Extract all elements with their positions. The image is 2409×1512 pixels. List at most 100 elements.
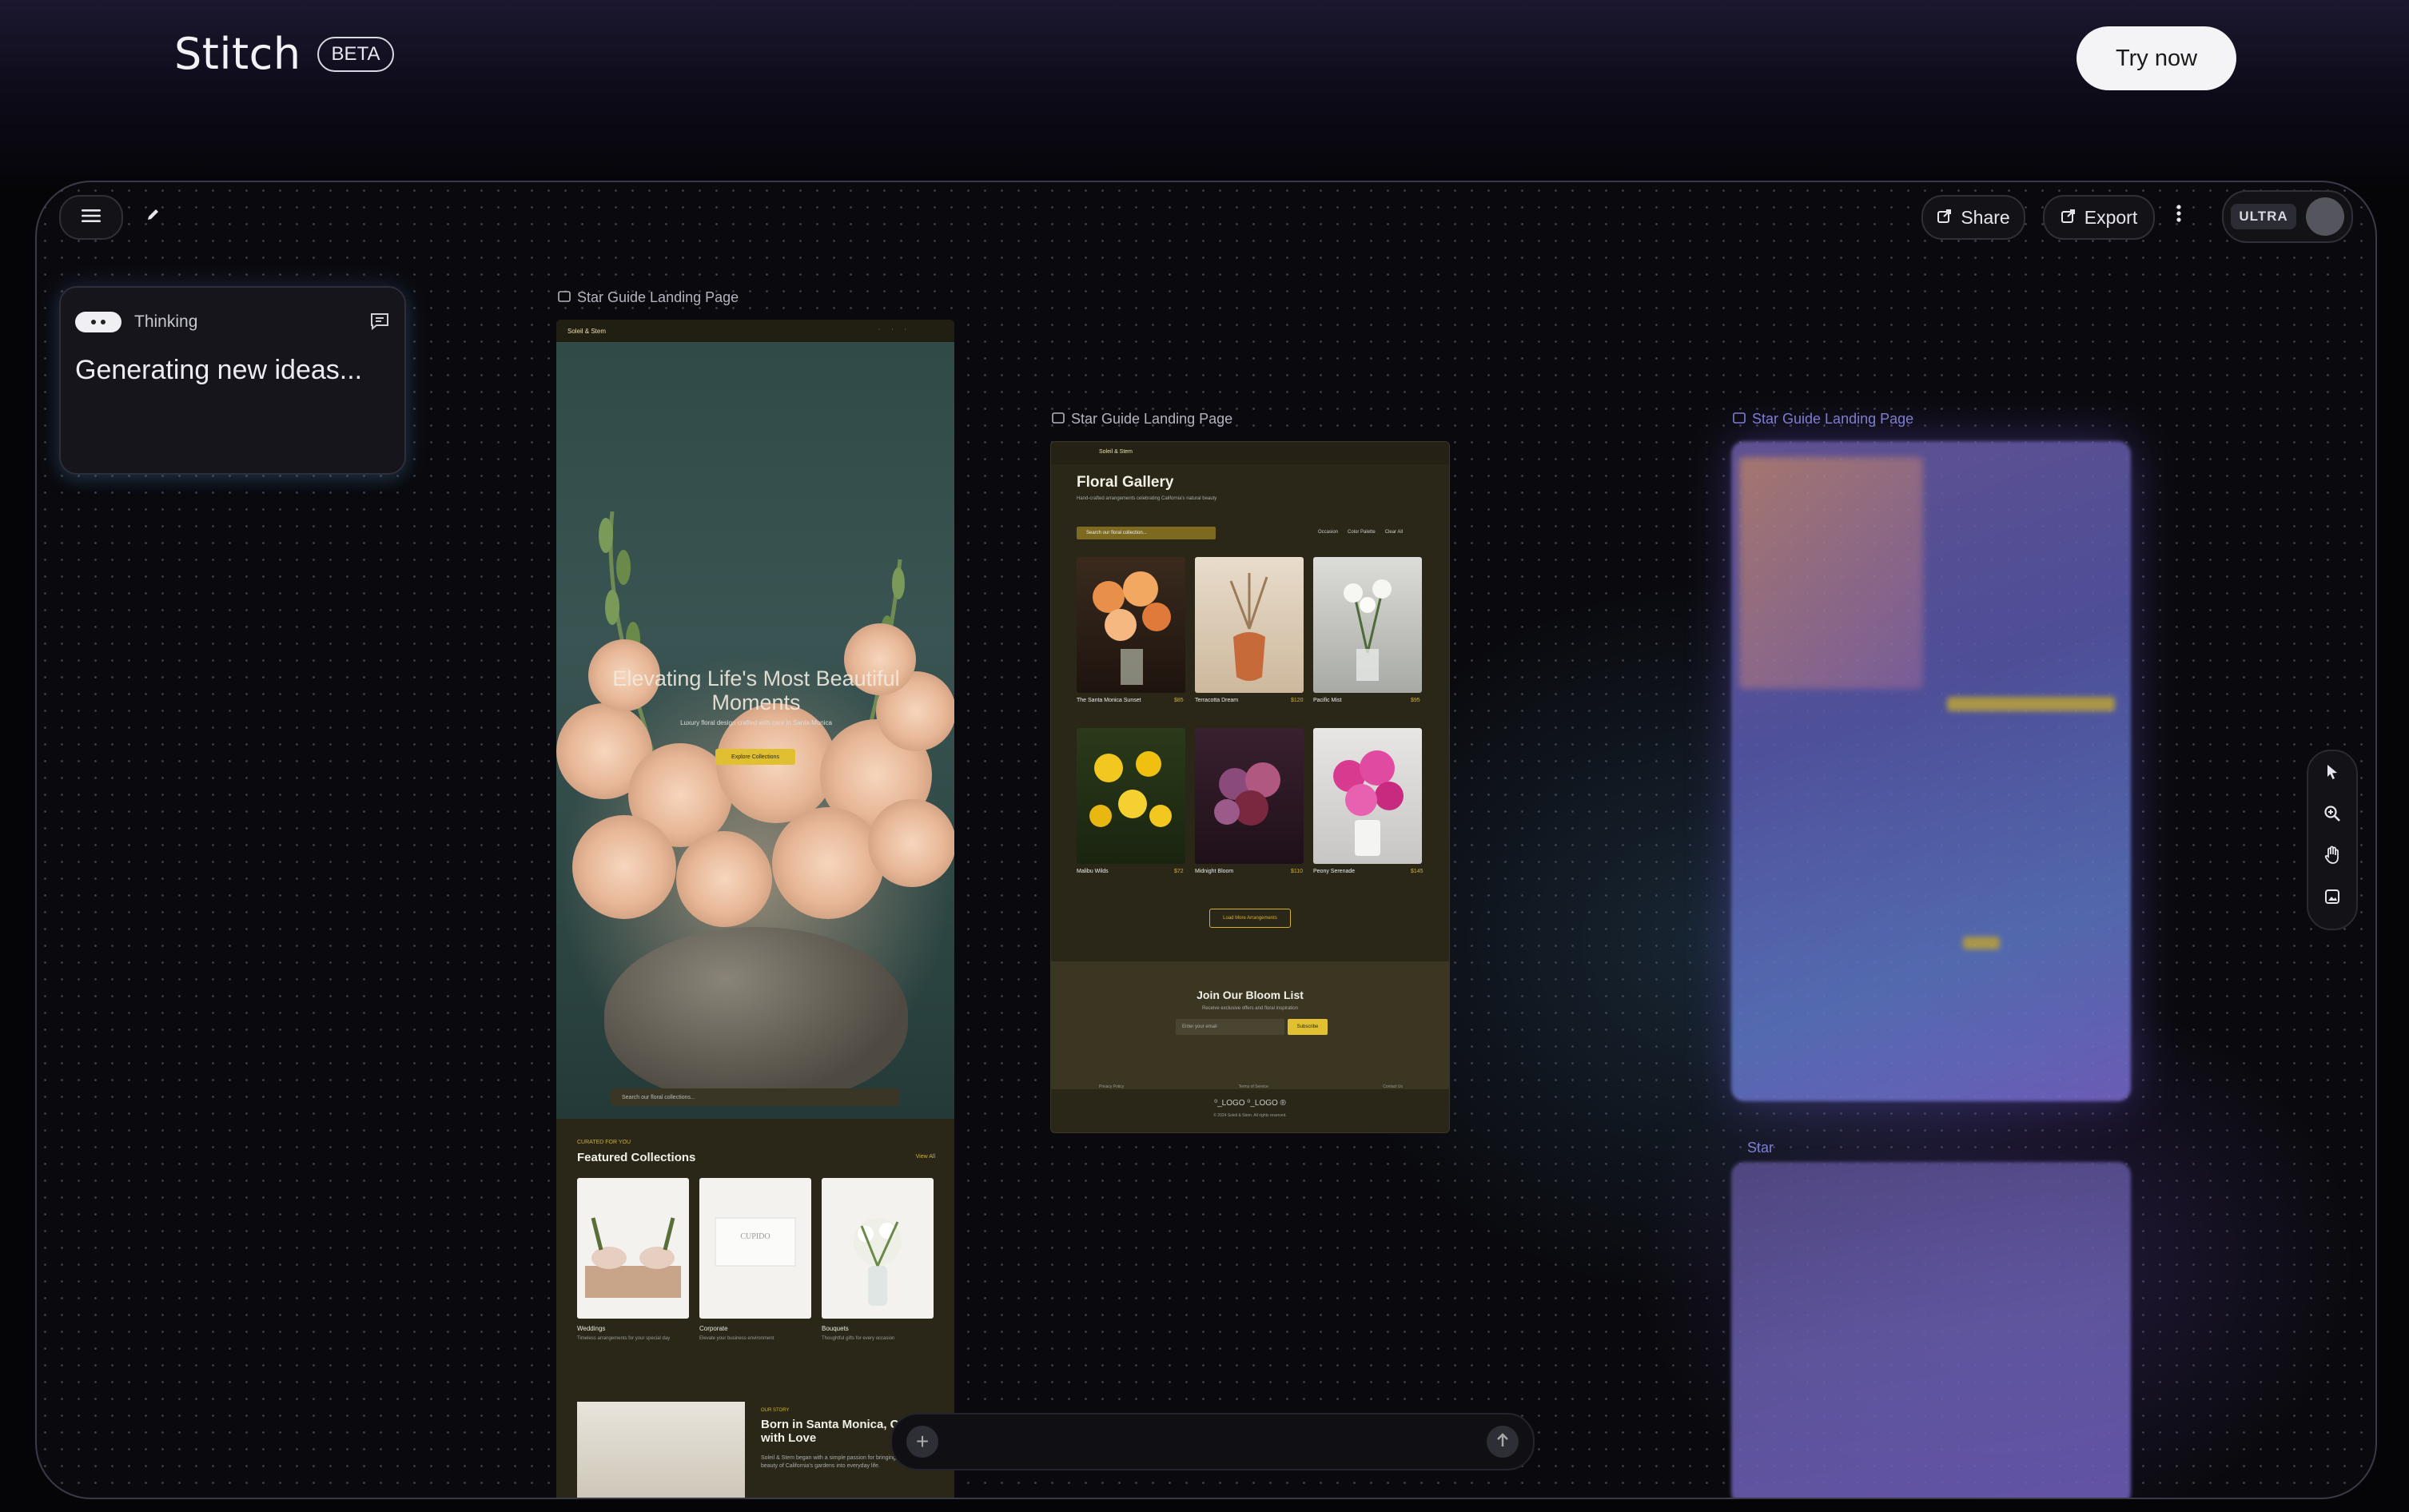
add-attachment-button[interactable]: + bbox=[906, 1426, 938, 1458]
collection-name: Bouquets bbox=[822, 1325, 849, 1332]
product-price: $145 bbox=[1411, 869, 1424, 874]
featured-eyebrow: CURATED FOR YOU bbox=[577, 1140, 631, 1145]
edit-button[interactable] bbox=[133, 195, 174, 237]
share-icon bbox=[1937, 207, 1953, 229]
filter-item: Occasion bbox=[1318, 530, 1339, 535]
collection-name: Corporate bbox=[699, 1325, 728, 1332]
collection-desc: Thoughtful gifts for every occasion bbox=[822, 1336, 895, 1341]
vase-illustration bbox=[604, 927, 908, 1103]
send-button[interactable] bbox=[1487, 1426, 1519, 1458]
canvas-tools bbox=[2307, 750, 2358, 930]
collection-card: CUPIDO bbox=[699, 1178, 811, 1319]
featured-title: Featured Collections bbox=[577, 1151, 696, 1164]
collection-desc: Elevate your business environment bbox=[699, 1336, 774, 1341]
newsletter-subtitle: Receive exclusive offers and floral insp… bbox=[1202, 1006, 1298, 1011]
brand-name[interactable]: Stitch bbox=[174, 29, 301, 79]
footer-link: Privacy Policy bbox=[1099, 1084, 1125, 1089]
gallery-filters: Occasion Color Palette Clear All bbox=[1318, 530, 1403, 535]
screen-label[interactable]: Star bbox=[1747, 1140, 1774, 1156]
screen-label[interactable]: Star Guide Landing Page bbox=[1733, 411, 1913, 428]
screen-generating[interactable] bbox=[1731, 1162, 2131, 1498]
screen-icon bbox=[1733, 411, 1746, 428]
screen-icon bbox=[558, 289, 571, 306]
screen-label[interactable]: Star Guide Landing Page bbox=[1052, 411, 1232, 428]
filter-item: Clear All bbox=[1384, 530, 1404, 535]
svg-text:CUPIDO: CUPIDO bbox=[740, 1232, 770, 1241]
view-all-link: View All bbox=[915, 1154, 935, 1160]
account-chip[interactable]: ULTRA bbox=[2222, 190, 2353, 243]
try-now-button[interactable]: Try now bbox=[2077, 26, 2236, 90]
share-button[interactable]: Share bbox=[1921, 195, 2025, 240]
product-name: The Santa Monica Sunset bbox=[1077, 698, 1141, 703]
subscribe-button: Subscribe bbox=[1288, 1019, 1328, 1035]
site-header: Stitch BETA Try now bbox=[0, 0, 2409, 120]
hero-subtitle: Luxury floral design crafted with care i… bbox=[680, 719, 832, 726]
pan-tool-button[interactable] bbox=[2318, 842, 2347, 871]
footer-links: Privacy Policy Terms of Service Contact … bbox=[1099, 1084, 1403, 1089]
screen-label[interactable]: Star Guide Landing Page bbox=[558, 289, 739, 306]
product-name: Peony Serenade bbox=[1313, 869, 1356, 874]
thinking-label: Thinking bbox=[134, 312, 198, 331]
product-price: $95 bbox=[1411, 698, 1420, 703]
product-image bbox=[1195, 557, 1304, 693]
screen-nav: Soleil & Stem · · · bbox=[556, 320, 954, 342]
filter-item: Color Palette bbox=[1348, 530, 1376, 535]
thinking-card: Thinking Generating new ideas... bbox=[59, 286, 406, 475]
load-more-button: Load More Arrangements bbox=[1209, 909, 1291, 928]
product-name: Midnight Bloom bbox=[1195, 869, 1234, 874]
pencil-icon bbox=[146, 207, 161, 225]
image-tool-button[interactable] bbox=[2318, 884, 2347, 913]
gallery-title: Floral Gallery bbox=[1077, 474, 1174, 491]
screen-generating[interactable] bbox=[1731, 441, 2131, 1101]
story-eyebrow: OUR STORY bbox=[761, 1408, 790, 1413]
export-label: Export bbox=[2084, 206, 2138, 228]
screen-search-bar: Search our floral collections... bbox=[611, 1088, 900, 1106]
footer-link: Contact Us bbox=[1383, 1084, 1403, 1089]
product-name: Malibu Wilds bbox=[1077, 869, 1109, 874]
screen-nav-links: · · · bbox=[878, 327, 906, 332]
design-canvas[interactable]: Share Export ULTRA Thinking Generating n… bbox=[35, 181, 2377, 1499]
footer-copyright: © 2024 Soleil & Stem. All rights reserve… bbox=[1213, 1113, 1287, 1118]
story-image bbox=[577, 1402, 745, 1498]
plus-icon: + bbox=[915, 1429, 930, 1454]
collection-card bbox=[577, 1178, 689, 1319]
arrow-up-icon bbox=[1495, 1432, 1510, 1452]
screen-label-text: Star Guide Landing Page bbox=[1071, 411, 1233, 427]
screen-landing-page[interactable]: Soleil & Stem · · · Elevating Life's Most … bbox=[556, 320, 954, 1498]
screen-logo: Soleil & Stem bbox=[567, 327, 607, 335]
prompt-input-bar[interactable]: + bbox=[890, 1413, 1535, 1470]
export-icon bbox=[2061, 207, 2077, 229]
share-label: Share bbox=[1961, 206, 2010, 228]
hero-cta-button: Explore Collections bbox=[715, 749, 795, 765]
zoom-tool-button[interactable] bbox=[2318, 801, 2347, 830]
plan-badge: ULTRA bbox=[2231, 204, 2296, 229]
collection-card bbox=[822, 1178, 934, 1319]
beta-badge: BETA bbox=[317, 36, 395, 72]
brand[interactable]: Stitch BETA bbox=[174, 29, 395, 79]
collection-desc: Timeless arrangements for your special d… bbox=[577, 1336, 671, 1341]
footer-link: Terms of Service bbox=[1238, 1084, 1268, 1089]
hamburger-icon bbox=[82, 209, 101, 227]
product-image bbox=[1313, 557, 1422, 693]
newsletter-email-field: Enter your email bbox=[1176, 1019, 1284, 1035]
screen-label-text: Star Guide Landing Page bbox=[1752, 411, 1914, 427]
screen-logo: Soleil & Stem bbox=[1099, 449, 1133, 455]
product-image bbox=[1077, 728, 1185, 864]
screen-label-text: Star bbox=[1747, 1140, 1774, 1156]
export-button[interactable]: Export bbox=[2043, 195, 2155, 240]
more-vertical-icon bbox=[2176, 203, 2182, 229]
chat-icon[interactable] bbox=[369, 312, 390, 335]
typing-dots-icon bbox=[75, 312, 121, 332]
product-price: $110 bbox=[1291, 869, 1304, 874]
menu-button[interactable] bbox=[59, 195, 123, 240]
zoom-in-icon bbox=[2323, 805, 2341, 826]
select-tool-button[interactable] bbox=[2318, 759, 2347, 788]
collection-name: Weddings bbox=[577, 1325, 606, 1332]
screen-floral-gallery[interactable]: Soleil & Stem Floral Gallery Hand-crafte… bbox=[1050, 441, 1450, 1133]
avatar[interactable] bbox=[2305, 197, 2344, 236]
product-name: Pacific Mist bbox=[1313, 698, 1342, 703]
more-options-button[interactable] bbox=[2164, 195, 2193, 237]
product-name: Terracotta Dream bbox=[1195, 698, 1239, 703]
gallery-search: Search our floral collection... bbox=[1077, 527, 1216, 539]
screen-icon bbox=[1052, 411, 1065, 428]
